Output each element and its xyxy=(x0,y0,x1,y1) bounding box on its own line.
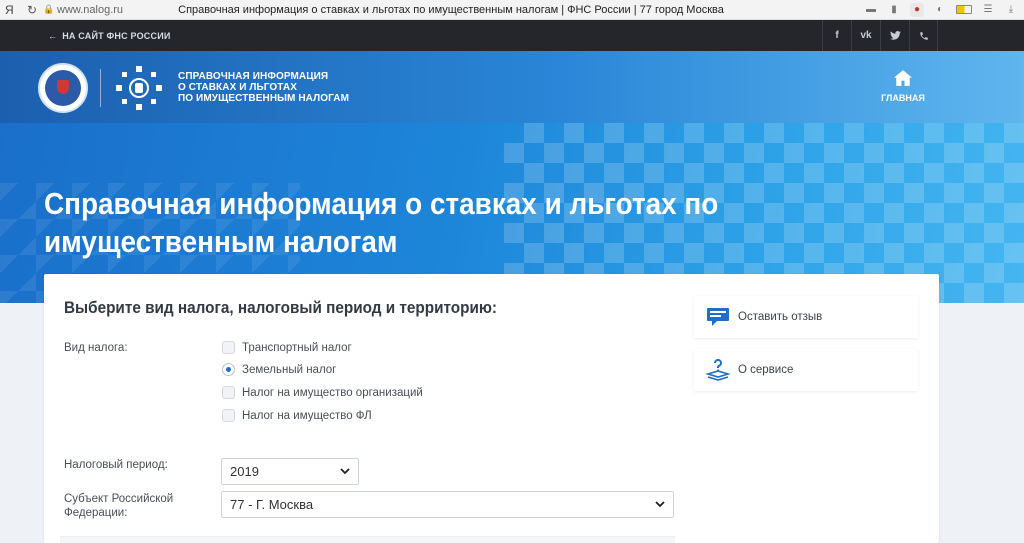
home-label: ГЛАВНАЯ xyxy=(881,93,925,103)
tax-type-label: Вид налога: xyxy=(64,342,128,354)
facebook-icon[interactable]: f xyxy=(822,20,851,51)
yandex-button[interactable]: Я xyxy=(5,3,21,17)
battery-icon xyxy=(956,5,972,14)
url-text: www.nalog.ru xyxy=(57,3,124,16)
tax-period-label: Налоговый период: xyxy=(64,459,168,471)
header-title[interactable]: СПРАВОЧНАЯ ИНФОРМАЦИЯ О СТАВКАХ И ЛЬГОТА… xyxy=(178,71,349,104)
region-label-line-2: Федерации: xyxy=(64,507,128,519)
region-label: Субъект Российской Федерации: xyxy=(64,492,173,520)
tax-option-org-property-radio[interactable] xyxy=(222,386,235,399)
region-select[interactable]: 77 - Г. Москва xyxy=(221,491,674,518)
site-header: СПРАВОЧНАЯ ИНФОРМАЦИЯ О СТАВКАХ И ЛЬГОТА… xyxy=(0,51,1024,123)
vk-icon[interactable]: vk xyxy=(851,20,880,51)
extension-2-icon[interactable]: ◐ xyxy=(933,3,947,17)
about-service-label: О сервисе xyxy=(738,364,794,376)
extension-icon[interactable]: ● xyxy=(910,2,924,17)
chevron-down-icon xyxy=(340,467,350,477)
comment-icon[interactable]: ▬ xyxy=(864,3,878,17)
region-value: 77 - Г. Москва xyxy=(230,497,314,512)
tax-option-org-property[interactable]: Налог на имущество организаций xyxy=(222,386,423,399)
lock-icon: 🔒 xyxy=(43,4,55,14)
home-icon xyxy=(894,70,912,86)
tax-option-transport-label: Транспортный налог xyxy=(242,341,352,354)
service-logo-icon[interactable] xyxy=(114,64,164,112)
page-tab-title: Справочная информация о ставках и льгота… xyxy=(178,3,724,16)
menu-icon[interactable]: ☰ xyxy=(981,3,995,17)
tax-option-transport[interactable]: Транспортный налог xyxy=(222,341,352,354)
header-divider xyxy=(100,69,101,107)
tax-option-personal-property-label: Налог на имущество ФЛ xyxy=(242,409,372,422)
browser-toolbar: Я ↻ 🔒 www.nalog.ru Справочная информация… xyxy=(0,0,1024,20)
form-heading: Выберите вид налога, налоговый период и … xyxy=(64,298,498,317)
tax-option-land-label: Земельный налог xyxy=(242,363,337,376)
top-bar: ← НА САЙТ ФНС РОССИИ f vk xyxy=(0,20,1024,51)
tax-option-transport-radio[interactable] xyxy=(222,341,235,354)
bookmark-icon[interactable]: ▮ xyxy=(887,3,901,17)
tax-period-value: 2019 xyxy=(230,464,259,479)
tax-option-land[interactable]: Земельный налог xyxy=(222,363,336,376)
tax-option-personal-property-radio[interactable] xyxy=(222,409,235,422)
next-section-edge xyxy=(60,536,675,543)
feedback-icon xyxy=(706,305,730,329)
download-icon[interactable]: ⤓ xyxy=(1004,3,1018,17)
tax-period-select[interactable]: 2019 xyxy=(221,458,359,485)
about-service-icon xyxy=(706,358,730,382)
home-button[interactable]: ГЛАВНАЯ xyxy=(872,70,934,106)
back-to-fns-link[interactable]: ← НА САЙТ ФНС РОССИИ xyxy=(48,31,171,41)
reload-icon[interactable]: ↻ xyxy=(21,3,43,17)
chevron-down-icon xyxy=(655,500,665,510)
region-label-line-1: Субъект Российской xyxy=(64,493,174,505)
header-title-line-1: СПРАВОЧНАЯ ИНФОРМАЦИЯ xyxy=(178,71,329,82)
twitter-icon[interactable] xyxy=(880,20,909,51)
leave-feedback-button[interactable]: Оставить отзыв xyxy=(694,296,918,338)
fns-emblem-logo[interactable] xyxy=(38,63,88,113)
header-title-line-2: О СТАВКАХ И ЛЬГОТАХ xyxy=(178,82,297,93)
social-links: f vk xyxy=(822,20,938,51)
phone-icon[interactable] xyxy=(909,20,938,51)
back-link-label: НА САЙТ ФНС РОССИИ xyxy=(62,30,171,41)
header-title-line-3: ПО ИМУЩЕСТВЕННЫМ НАЛОГАМ xyxy=(178,93,350,104)
leave-feedback-label: Оставить отзыв xyxy=(738,311,823,323)
arrow-left-icon: ← xyxy=(48,30,58,41)
tax-option-personal-property[interactable]: Налог на имущество ФЛ xyxy=(222,409,372,422)
page-title: Справочная информация о ставках и льгота… xyxy=(44,186,719,259)
about-service-button[interactable]: О сервисе xyxy=(694,349,918,391)
tax-option-org-property-label: Налог на имущество организаций xyxy=(242,386,423,399)
tax-option-land-radio[interactable] xyxy=(222,363,235,376)
address-bar[interactable]: 🔒 www.nalog.ru xyxy=(43,2,161,18)
